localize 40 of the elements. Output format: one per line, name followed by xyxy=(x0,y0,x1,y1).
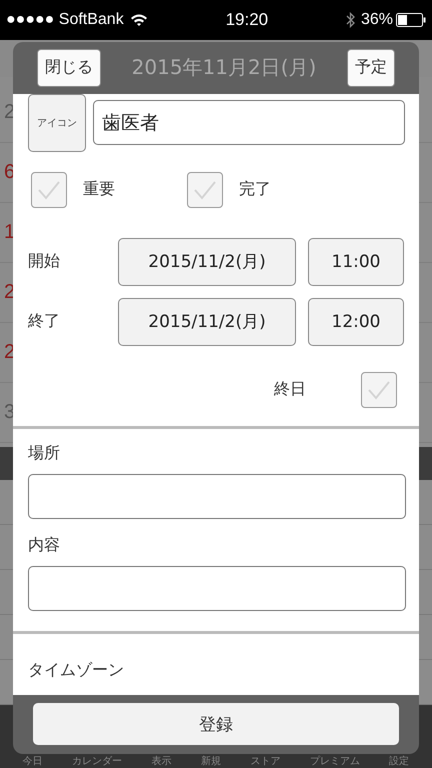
tab-label[interactable]: 表示 xyxy=(152,756,172,768)
battery-percent: 36% xyxy=(360,11,393,29)
close-button[interactable]: 閉じる xyxy=(37,48,101,87)
field-label: 終了 xyxy=(28,311,61,332)
checkbox[interactable] xyxy=(187,172,223,208)
checkmark-icon xyxy=(192,178,218,201)
field-label: 内容 xyxy=(28,534,61,556)
time-button[interactable]: 11:00 xyxy=(308,238,404,286)
field-label: タイムゾーン xyxy=(28,660,125,681)
checkbox[interactable] xyxy=(31,172,67,208)
title-field[interactable]: 歯医者 xyxy=(93,100,405,146)
checkbox-label: 終日 xyxy=(274,379,306,400)
save-button[interactable]: 登録 xyxy=(33,703,399,746)
tab-label[interactable]: ストア xyxy=(250,756,280,768)
location-field[interactable] xyxy=(28,474,406,519)
tab-label[interactable]: プレミアム xyxy=(310,756,360,768)
carrier-text: ●●●●● SoftBank xyxy=(6,11,124,29)
time-button[interactable]: 12:00 xyxy=(308,298,404,346)
dialog-title: 2015年11月2日(月) xyxy=(132,54,316,82)
date-button[interactable]: 2015/11/2(月) xyxy=(118,238,296,286)
checkbox-label: 完了 xyxy=(239,179,271,200)
tab-label[interactable]: 設定 xyxy=(389,756,410,768)
checkmark-icon xyxy=(366,378,392,401)
wifi-icon xyxy=(130,13,148,27)
checkbox-label: 重要 xyxy=(83,179,115,200)
clock-text: 19:20 xyxy=(226,10,268,30)
checkmark-icon xyxy=(36,178,62,201)
tab-label[interactable]: カレンダー xyxy=(72,756,122,768)
field-label: 場所 xyxy=(28,442,61,464)
type-button[interactable]: 予定 xyxy=(347,48,395,87)
notes-field[interactable] xyxy=(28,566,406,611)
tab-label[interactable]: 新規 xyxy=(200,756,221,768)
tab-label[interactable]: 今日 xyxy=(22,756,43,768)
battery-icon xyxy=(396,13,426,27)
date-button[interactable]: 2015/11/2(月) xyxy=(118,298,296,346)
bluetooth-icon xyxy=(346,12,355,28)
field-label: 開始 xyxy=(28,251,61,272)
checkbox[interactable] xyxy=(361,372,397,408)
day-number: 1 xyxy=(4,220,16,244)
icon-button[interactable]: アイコン xyxy=(28,94,86,152)
